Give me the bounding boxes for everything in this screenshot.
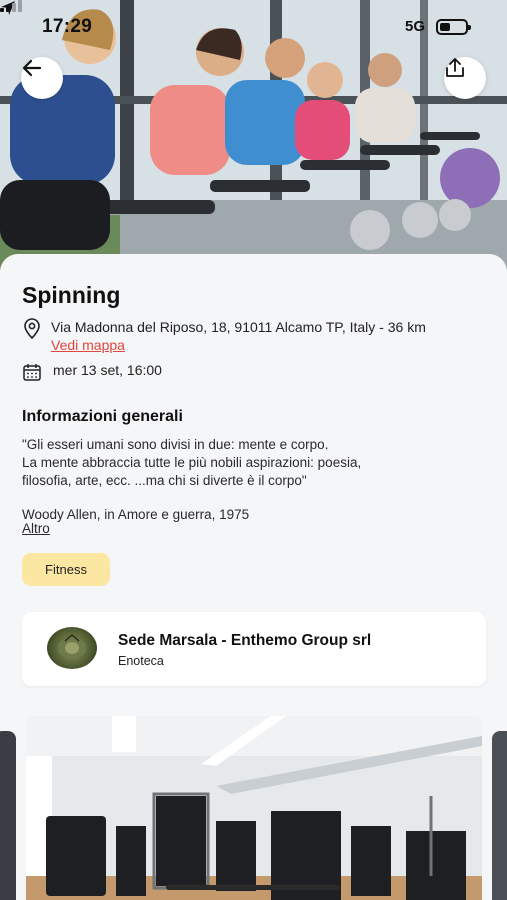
description-line: filosofia, arte, ecc. ...ma chi si diver… <box>22 473 307 488</box>
gallery-next-photo[interactable] <box>492 731 507 900</box>
hero-image: 17:29 5G <box>0 0 507 270</box>
gallery-prev-photo[interactable] <box>0 731 16 900</box>
read-more-link[interactable]: Altro <box>22 521 50 536</box>
status-bar: 17:29 5G <box>0 0 507 56</box>
view-map-link[interactable]: Vedi mappa <box>51 337 125 353</box>
photo-gallery[interactable] <box>0 716 507 900</box>
category-tag[interactable]: Fitness <box>22 553 110 586</box>
gallery-photo[interactable] <box>26 716 482 900</box>
signal-icon <box>0 0 22 12</box>
gym-interior-photo <box>26 716 482 900</box>
event-address: Via Madonna del Riposo, 18, 91011 Alcamo… <box>51 319 426 335</box>
home-indicator <box>166 885 340 890</box>
calendar-icon <box>23 364 41 381</box>
arrow-left-icon <box>22 59 42 77</box>
organizer-type: Enoteca <box>118 654 164 668</box>
organizer-card[interactable]: Sede Marsala - Enthemo Group srl Enoteca <box>22 612 486 686</box>
event-title: Spinning <box>22 282 121 308</box>
event-details-sheet: Spinning Via Madonna del Riposo, 18, 910… <box>0 254 507 900</box>
event-datetime: mer 13 set, 16:00 <box>53 362 162 378</box>
general-info-heading: Informazioni generali <box>22 408 183 425</box>
organizer-logo <box>47 627 97 669</box>
description-author: Woody Allen, in Amore e guerra, 1975 <box>22 507 250 522</box>
network-label: 5G <box>405 18 426 35</box>
status-time: 17:29 <box>42 16 93 37</box>
event-description: "Gli esseri umani sono divisi in due: me… <box>22 436 482 524</box>
share-button[interactable] <box>444 57 486 99</box>
back-button[interactable] <box>21 57 63 99</box>
share-icon <box>446 58 464 77</box>
organizer-name: Sede Marsala - Enthemo Group srl <box>118 632 372 649</box>
description-line: "Gli esseri umani sono divisi in due: me… <box>22 437 329 452</box>
description-line: La mente abbraccia tutte le più nobili a… <box>22 455 362 470</box>
organizer-emblem-icon <box>58 634 86 659</box>
location-pin-icon <box>24 318 40 340</box>
battery-icon <box>436 19 471 35</box>
